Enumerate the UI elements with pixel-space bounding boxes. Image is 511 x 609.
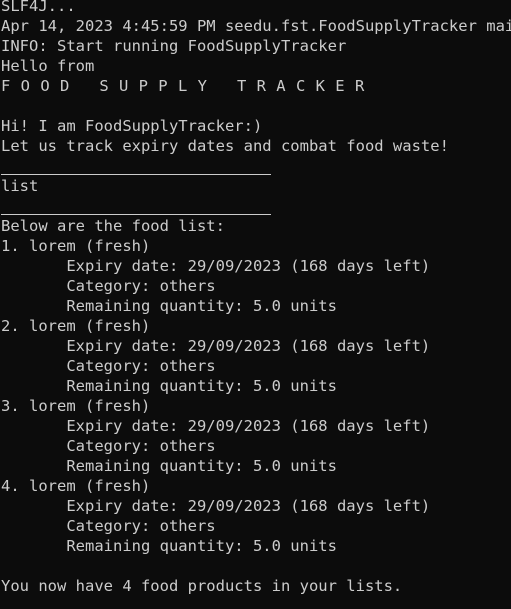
- output-line: SLF4J...: [1, 0, 76, 15]
- output-line: INFO: Start running FoodSupplyTracker: [1, 37, 347, 55]
- output-line: Apr 14, 2023 4:45:59 PM seedu.fst.FoodSu…: [1, 17, 511, 35]
- output-line: Hello from: [1, 57, 95, 75]
- output-line: 1. lorem (fresh): [1, 237, 151, 255]
- ascii-logo-line: F O O D S U P P L Y T R A C K E R: [1, 77, 365, 95]
- command-input-line: list: [1, 177, 39, 195]
- output-line: Let us track expiry dates and combat foo…: [1, 137, 449, 155]
- output-line: Below are the food list:: [1, 217, 225, 235]
- terminal-output: SLF4J... Apr 14, 2023 4:45:59 PM seedu.fs…: [1, 0, 511, 609]
- output-line: Remaining quantity: 5.0 units: [1, 297, 337, 315]
- output-line: Expiry date: 29/09/2023 (168 days left): [1, 417, 431, 435]
- separator-line: [1, 196, 511, 216]
- separator-line: [1, 596, 511, 609]
- output-line: Category: others: [1, 517, 216, 535]
- output-line: Category: others: [1, 357, 216, 375]
- output-line: Expiry date: 29/09/2023 (168 days left): [1, 497, 431, 515]
- output-line: Remaining quantity: 5.0 units: [1, 537, 337, 555]
- terminal-window[interactable]: SLF4J... Apr 14, 2023 4:45:59 PM seedu.fs…: [0, 0, 511, 609]
- output-line: Remaining quantity: 5.0 units: [1, 457, 337, 475]
- output-line: Category: others: [1, 277, 216, 295]
- separator-line: [1, 156, 511, 176]
- output-line: Expiry date: 29/09/2023 (168 days left): [1, 257, 431, 275]
- output-line: Expiry date: 29/09/2023 (168 days left): [1, 337, 431, 355]
- output-line: Remaining quantity: 5.0 units: [1, 377, 337, 395]
- output-line: 3. lorem (fresh): [1, 397, 151, 415]
- output-line: You now have 4 food products in your lis…: [1, 577, 403, 595]
- output-line: Category: others: [1, 437, 216, 455]
- output-line: 4. lorem (fresh): [1, 477, 151, 495]
- output-line: Hi! I am FoodSupplyTracker:): [1, 117, 263, 135]
- output-line: 2. lorem (fresh): [1, 317, 151, 335]
